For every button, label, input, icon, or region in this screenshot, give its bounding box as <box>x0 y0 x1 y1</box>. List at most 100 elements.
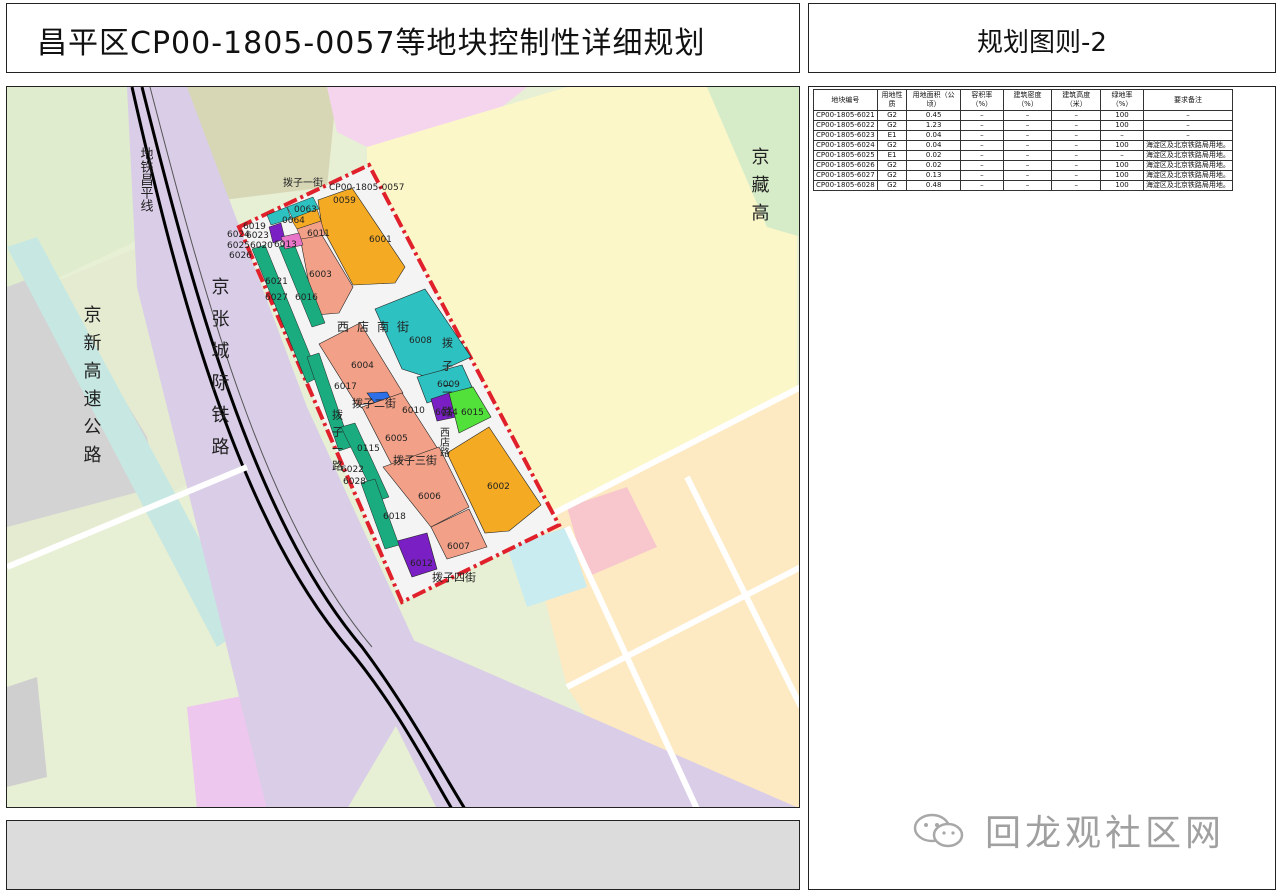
table-cell: – <box>1100 130 1144 141</box>
table-header-cell: 用地面积（公顷） <box>906 89 961 111</box>
table-row: CP00-1805-6025 E1 0.02– – – – 海淀区及北京铁路局用地。 <box>813 150 1234 161</box>
label-6008: 6008 <box>409 336 432 346</box>
table-cell: 0.02 <box>906 160 961 171</box>
table-cell: – <box>1002 130 1053 141</box>
xidian-road-label: 西店路 <box>438 427 450 458</box>
bazi-street-1-label: 拨子一街 <box>283 176 323 189</box>
table-cell: 0.13 <box>906 170 961 181</box>
legend-box <box>6 820 800 890</box>
table-cell: – <box>1051 160 1102 171</box>
table-cell: E1 <box>876 130 908 141</box>
bazi-road-1-label: 拨子一路 <box>331 408 344 477</box>
table-row: CP00-1805-6026 G2 0.02– – –100 海淀区及北京铁路局用地。 <box>813 160 1234 171</box>
label-6024: 6024 <box>227 230 250 240</box>
label-6011: 6011 <box>307 229 330 239</box>
table-cell: – <box>959 160 1004 171</box>
label-0059: 0059 <box>333 196 356 206</box>
metro-label: 地铁昌平线 <box>138 147 154 212</box>
label-6022: 6022 <box>341 465 364 475</box>
table-header-cell: 绿地率（%） <box>1100 89 1144 111</box>
table-row: CP00-1805-6027 G2 0.13– – –100 海淀区及北京铁路局用地。 <box>813 170 1234 181</box>
table-cell: 100 <box>1100 160 1144 171</box>
table-header-cell: 要求备注 <box>1142 89 1234 111</box>
table-header-cell: 建筑高度（米） <box>1051 89 1102 111</box>
label-6002: 6002 <box>487 482 510 492</box>
sheet-title-box: 规划图则-2 <box>808 3 1276 73</box>
page-title: 昌平区CP00-1805-0057等地块控制性详细规划 <box>37 26 706 61</box>
table-cell: – <box>959 140 1004 151</box>
table-cell: 0.02 <box>906 150 961 161</box>
table-cell: – <box>1051 110 1102 121</box>
table-header-row: 地块编号 用地性质 用地面积（公顷） 容积率（%） 建筑密度（%） 建筑高度（米） 绿地率（… <box>813 89 1234 111</box>
planning-map: 6001 6003 6008 6004 6009 6010 6014 6015 … <box>6 86 800 808</box>
label-6010: 6010 <box>402 406 425 416</box>
sheet-title: 规划图则-2 <box>977 28 1107 58</box>
table-cell: – <box>959 150 1004 161</box>
label-6028: 6028 <box>343 477 366 487</box>
table-cell: – <box>959 180 1004 191</box>
bazi-road-2-label: 拨子二路 <box>441 336 454 429</box>
table-cell: G2 <box>876 140 908 151</box>
table-cell: G2 <box>876 170 908 181</box>
label-6025: 6025 <box>227 241 250 251</box>
table-row: CP00-1805-6023 E1 0.04– – – – – <box>813 130 1234 141</box>
table-cell: 0.45 <box>906 110 961 121</box>
table-cell: CP00-1805-6026 <box>813 160 878 171</box>
table-cell: 海淀区及北京铁路局用地。 <box>1142 160 1234 171</box>
table-cell: G2 <box>876 120 908 131</box>
table-cell: – <box>959 170 1004 181</box>
table-cell: – <box>1100 150 1144 161</box>
table-row: CP00-1805-6024 G2 0.04– – –100 海淀区及北京铁路局用地。 <box>813 140 1234 151</box>
table-cell: 100 <box>1100 170 1144 181</box>
table-cell: – <box>1051 130 1102 141</box>
table-cell: 100 <box>1100 140 1144 151</box>
table-cell: CP00-1805-6025 <box>813 150 878 161</box>
table-cell: – <box>1142 120 1234 131</box>
label-6003: 6003 <box>309 270 332 280</box>
table-cell: – <box>1002 140 1053 151</box>
label-6027: 6027 <box>265 293 288 303</box>
table-cell: 100 <box>1100 110 1144 121</box>
table-cell: 100 <box>1100 120 1144 131</box>
label-6018: 6018 <box>383 512 406 522</box>
table-cell: – <box>1002 150 1053 161</box>
label-site-code: CP00-1805-0057 <box>329 183 404 193</box>
table-cell: – <box>959 130 1004 141</box>
table-cell: 100 <box>1100 180 1144 191</box>
table-cell: – <box>1051 150 1102 161</box>
table-row: CP00-1805-6022 G2 1.23– – –100– <box>813 120 1234 131</box>
table-cell: G2 <box>876 160 908 171</box>
table-row: CP00-1805-6021 G2 0.45– – –100– <box>813 110 1234 121</box>
table-cell: – <box>1002 120 1053 131</box>
map-canvas: 6001 6003 6008 6004 6009 6010 6014 6015 … <box>7 87 799 807</box>
table-cell: CP00-1805-6024 <box>813 140 878 151</box>
label-6007: 6007 <box>447 542 470 552</box>
xidian-south-label: 西店南街 <box>337 319 417 334</box>
label-6026: 6026 <box>229 251 252 261</box>
bazi-street-2-label: 拨子二街 <box>352 396 396 410</box>
table-cell: CP00-1805-6022 <box>813 120 878 131</box>
table-cell: – <box>1051 170 1102 181</box>
table-cell: 海淀区及北京铁路局用地。 <box>1142 180 1234 191</box>
table-cell: 海淀区及北京铁路局用地。 <box>1142 150 1234 161</box>
table-cell: – <box>1002 170 1053 181</box>
table-cell: – <box>959 120 1004 131</box>
table-header-cell: 建筑密度（%） <box>1002 89 1053 111</box>
table-cell: 海淀区及北京铁路局用地。 <box>1142 170 1234 181</box>
table-cell: – <box>1051 180 1102 191</box>
label-6015: 6015 <box>461 408 484 418</box>
label-6004: 6004 <box>351 361 374 371</box>
bazi-street-3-label: 拨子三街 <box>393 453 437 467</box>
table-cell: 0.04 <box>906 130 961 141</box>
label-6016: 6016 <box>295 293 318 303</box>
table-cell: 0.48 <box>906 180 961 191</box>
table-cell: 0.04 <box>906 140 961 151</box>
table-cell: G2 <box>876 180 908 191</box>
label-6005: 6005 <box>385 434 408 444</box>
table-cell: – <box>959 110 1004 121</box>
wechat-icon <box>913 813 964 848</box>
table-cell: CP00-1805-6021 <box>813 110 878 121</box>
table-body: CP00-1805-6021 G2 0.45– – –100– CP00-1805-602… <box>813 110 1234 191</box>
table-cell: CP00-1805-6027 <box>813 170 878 181</box>
label-0064: 0064 <box>282 216 305 226</box>
